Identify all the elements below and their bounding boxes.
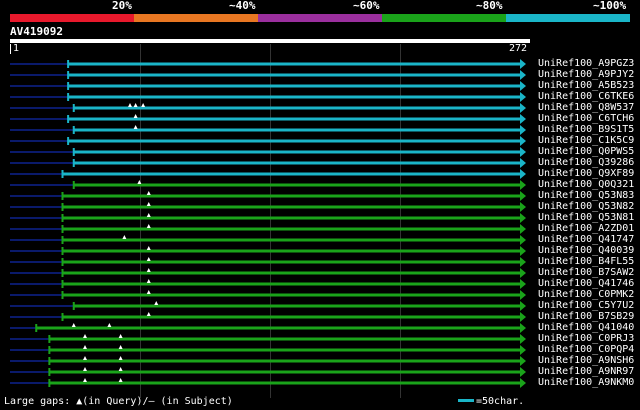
hit-label[interactable]: UniRef100_B9S1T5 [538,124,634,135]
query-gap-marker [146,202,151,206]
hit-arrow [520,290,526,300]
hit-label[interactable]: UniRef100_Q40039 [538,245,634,256]
hit-arrow [520,356,526,366]
query-gap-marker [71,323,76,327]
query-gap-marker [118,356,123,360]
hit-arrow [520,59,526,69]
hit-label[interactable]: UniRef100_A9PJY2 [538,69,634,80]
query-gap-marker [146,191,151,195]
hit-label[interactable]: UniRef100_B7SAW2 [538,267,634,278]
hit-label[interactable]: UniRef100_A9NSH6 [538,355,634,366]
hit-arrow [520,180,526,190]
query-gap-marker [146,312,151,316]
hit-arrow [520,70,526,80]
query-gap-marker [83,345,87,349]
query-gap-marker [146,213,151,217]
query-gap-marker [83,378,87,382]
hit-arrow [520,323,526,333]
hit-arrow [520,279,526,289]
hit-arrow [520,158,526,168]
hit-arrow [520,367,526,377]
hit-arrow [520,334,526,344]
query-gap-marker [146,246,151,250]
hit-arrow [520,378,526,388]
query-gap-marker [137,180,142,184]
query-gap-marker [141,103,146,107]
hit-arrow [520,224,526,234]
query-gap-marker [118,334,123,338]
hit-label[interactable]: UniRef100_C0PMK2 [538,289,634,300]
hit-label[interactable]: UniRef100_Q0Q321 [538,179,634,190]
hit-arrow [520,136,526,146]
hit-arrow [520,103,526,113]
query-gap-marker [122,235,127,239]
hit-arrow [520,114,526,124]
query-gap-marker [83,356,87,360]
query-gap-marker [146,279,151,283]
query-gap-marker [146,290,151,294]
query-gap-marker [133,103,138,107]
query-gap-marker [146,224,151,228]
query-gap-marker [133,114,138,118]
hit-arrow [520,125,526,135]
hit-label[interactable]: UniRef100_B7SB29 [538,311,634,322]
scale-bar [458,399,474,402]
hit-label[interactable]: UniRef100_A9PGZ3 [538,58,634,69]
hit-arrow [520,246,526,256]
hit-arrow [520,202,526,212]
query-gap-marker [133,125,138,129]
hit-label[interactable]: UniRef100_Q9XF89 [538,168,634,179]
hit-arrow [520,235,526,245]
scale-label: =50char. [476,396,525,407]
hit-arrow [520,345,526,355]
hit-label[interactable]: UniRef100_Q41040 [538,322,634,333]
hit-label[interactable]: UniRef100_B4FL55 [538,256,634,267]
hit-label[interactable]: UniRef100_C6TKE6 [538,91,634,102]
hit-label[interactable]: UniRef100_Q0PWS5 [538,146,634,157]
hit-label[interactable]: UniRef100_Q41747 [538,234,634,245]
hit-label[interactable]: UniRef100_C6TCH6 [538,113,634,124]
gaps-legend: Large gaps: ▲(in Query)/— (in Subject) [4,396,233,407]
hit-arrow [520,268,526,278]
query-gap-marker [128,103,132,107]
hit-label[interactable]: UniRef100_C0PRJ3 [538,333,634,344]
hit-arrow [520,169,526,179]
hit-label[interactable]: UniRef100_C1K5C9 [538,135,634,146]
query-gap-marker [83,367,87,371]
hit-arrow [520,92,526,102]
hit-arrow [520,213,526,223]
hit-label[interactable]: UniRef100_C0PQP4 [538,344,634,355]
hit-label[interactable]: UniRef100_C5Y7U2 [538,300,634,311]
hit-label[interactable]: UniRef100_Q53N82 [538,201,634,212]
query-gap-marker [118,378,123,382]
hit-arrow [520,147,526,157]
query-gap-marker [146,268,151,272]
hit-arrow [520,312,526,322]
query-gap-marker [83,334,87,338]
query-gap-marker [146,257,151,261]
query-gap-marker [118,345,123,349]
hit-arrow [520,257,526,267]
hit-label[interactable]: UniRef100_Q53N81 [538,212,634,223]
hit-label[interactable]: UniRef100_A2ZD01 [538,223,634,234]
hit-label[interactable]: UniRef100_Q39286 [538,157,634,168]
hit-arrow [520,301,526,311]
query-gap-marker [118,367,123,371]
hit-label[interactable]: UniRef100_Q8W537 [538,102,634,113]
hit-label[interactable]: UniRef100_Q53N83 [538,190,634,201]
query-gap-marker [154,301,159,305]
hit-label[interactable]: UniRef100_A9NR97 [538,366,634,377]
hit-label[interactable]: UniRef100_A9NKM0 [538,377,634,388]
hit-arrow [520,191,526,201]
hit-arrow [520,81,526,91]
hit-label[interactable]: UniRef100_A5B523 [538,80,634,91]
hit-label[interactable]: UniRef100_Q41746 [538,278,634,289]
query-gap-marker [107,323,112,327]
